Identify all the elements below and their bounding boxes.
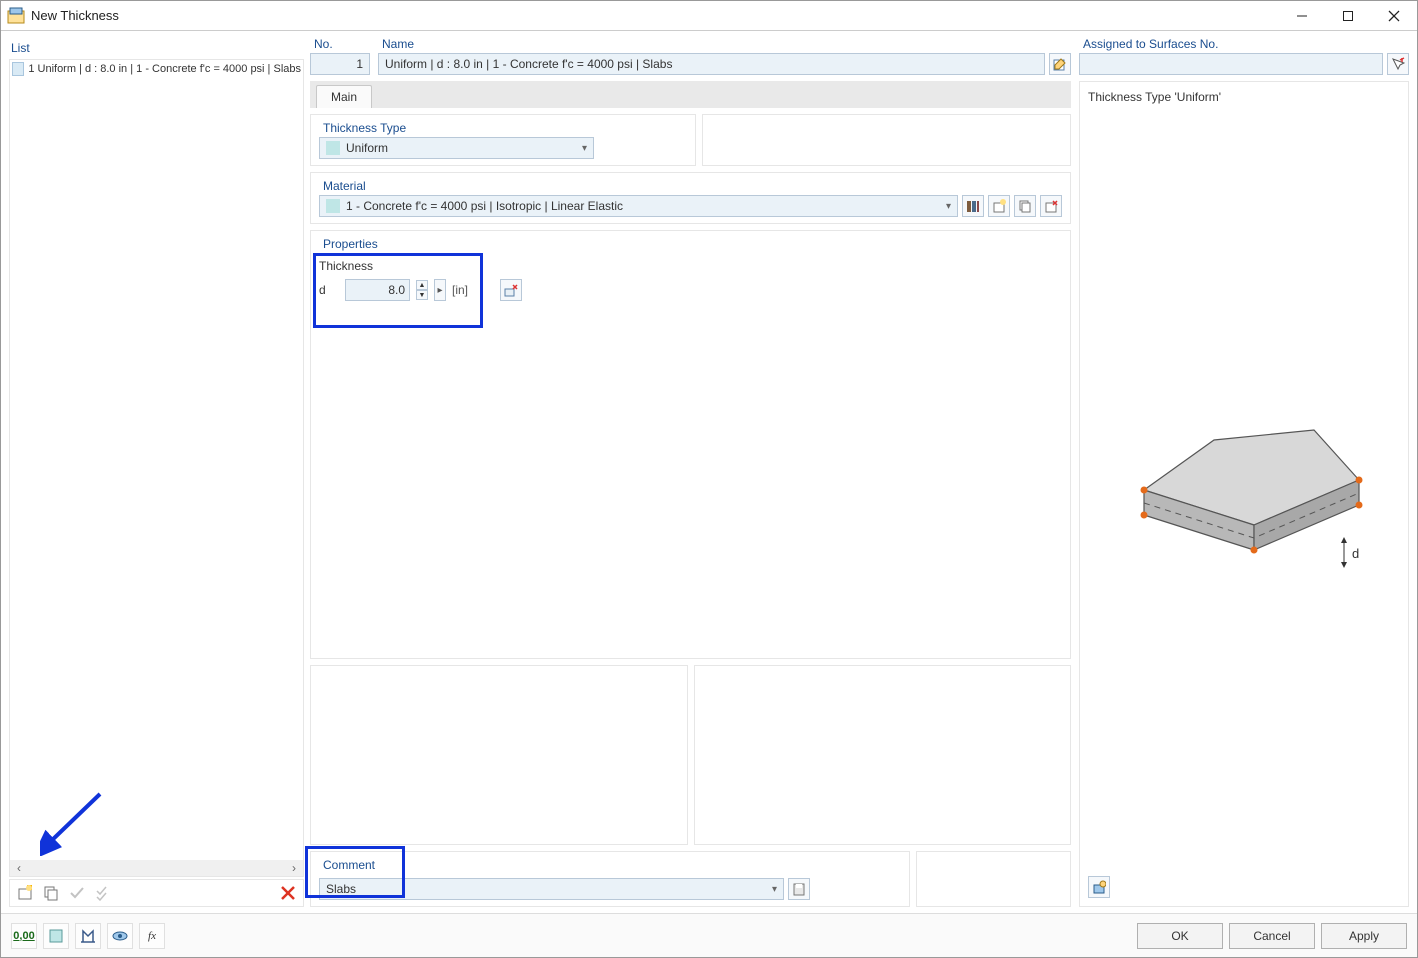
tab-main[interactable]: Main (316, 85, 372, 108)
chevron-down-icon: ▾ (582, 143, 587, 154)
title-bar: New Thickness (1, 1, 1417, 31)
app-icon (7, 7, 25, 25)
empty-panel (916, 851, 1071, 907)
color-swatch-icon (326, 141, 340, 155)
number-label: No. (310, 37, 370, 53)
name-label: Name (378, 37, 1071, 53)
close-button[interactable] (1371, 1, 1417, 31)
delete-item-button[interactable] (277, 882, 299, 904)
structure-icon-button[interactable] (75, 923, 101, 949)
list-toolbar (9, 879, 304, 907)
comment-save-button[interactable] (788, 878, 810, 900)
svg-text:d: d (1352, 546, 1359, 561)
color-swatch-icon (326, 199, 340, 213)
annotation-arrow-icon (40, 786, 110, 856)
edit-name-button[interactable] (1049, 53, 1071, 75)
material-select[interactable]: 1 - Concrete f'c = 4000 psi | Isotropic … (319, 195, 958, 217)
chevron-down-icon: ▾ (946, 201, 951, 212)
function-button[interactable]: fx (139, 923, 165, 949)
units-button[interactable]: 0,00 (11, 923, 37, 949)
scroll-left-icon[interactable]: ‹ (10, 860, 28, 876)
pick-surfaces-button[interactable] (1387, 53, 1409, 75)
thickness-symbol: d (319, 283, 339, 297)
thickness-type-label: Thickness Type (319, 121, 687, 137)
material-library-button[interactable] (962, 195, 984, 217)
horizontal-scrollbar[interactable]: ‹ › (10, 860, 303, 876)
comment-select[interactable]: Slabs ▾ (319, 878, 784, 900)
thickness-pick-button[interactable] (500, 279, 522, 301)
preview-options-button[interactable] (1088, 876, 1110, 898)
thickness-sublabel: Thickness (319, 259, 522, 273)
check-all-button (92, 882, 114, 904)
list-item-label: 1 Uniform | d : 8.0 in | 1 - Concrete f'… (28, 63, 301, 75)
scroll-right-icon[interactable]: › (285, 860, 303, 876)
material-copy-button[interactable] (1014, 195, 1036, 217)
material-delete-button[interactable] (1040, 195, 1062, 217)
empty-panel (310, 665, 688, 845)
name-field[interactable]: Uniform | d : 8.0 in | 1 - Concrete f'c … (378, 53, 1045, 75)
thickness-swatch-icon (12, 62, 24, 76)
ok-button[interactable]: OK (1137, 923, 1223, 949)
new-item-button[interactable] (14, 882, 36, 904)
preview-panel: Thickness Type 'Uniform' (1079, 81, 1409, 907)
view-button[interactable] (107, 923, 133, 949)
thickness-spinner[interactable]: ▲▼ (416, 280, 428, 300)
minimize-button[interactable] (1279, 1, 1325, 31)
thickness-type-select[interactable]: Uniform ▾ (319, 137, 594, 159)
spin-down-icon[interactable]: ▼ (416, 290, 428, 300)
assigned-label: Assigned to Surfaces No. (1079, 37, 1409, 53)
thickness-unit: [in] (452, 283, 468, 297)
list-header: List (9, 37, 304, 59)
assigned-field[interactable] (1079, 53, 1383, 75)
comment-label: Comment (319, 858, 901, 874)
maximize-button[interactable] (1325, 1, 1371, 31)
color-button[interactable] (43, 923, 69, 949)
thickness-value-input[interactable]: 8.0 (345, 279, 410, 301)
check-button (66, 882, 88, 904)
window-title: New Thickness (31, 8, 1279, 23)
chevron-down-icon: ▾ (772, 884, 777, 895)
apply-button[interactable]: Apply (1321, 923, 1407, 949)
list-item[interactable]: 1 Uniform | d : 8.0 in | 1 - Concrete f'… (10, 60, 303, 78)
tab-bar: Main (310, 81, 1071, 108)
spin-up-icon[interactable]: ▲ (416, 280, 428, 290)
properties-label: Properties (319, 237, 1062, 253)
cancel-button[interactable]: Cancel (1229, 923, 1315, 949)
empty-panel (694, 665, 1072, 845)
material-new-button[interactable] (988, 195, 1010, 217)
thickness-preview-icon: d (1104, 390, 1384, 610)
dialog-footer: 0,00 fx OK Cancel Apply (1, 913, 1417, 957)
list-body[interactable]: 1 Uniform | d : 8.0 in | 1 - Concrete f'… (9, 59, 304, 877)
preview-title: Thickness Type 'Uniform' (1088, 90, 1400, 104)
thickness-step-button[interactable]: ▸ (434, 279, 446, 301)
copy-item-button[interactable] (40, 882, 62, 904)
material-label: Material (319, 179, 1062, 195)
number-field[interactable]: 1 (310, 53, 370, 75)
